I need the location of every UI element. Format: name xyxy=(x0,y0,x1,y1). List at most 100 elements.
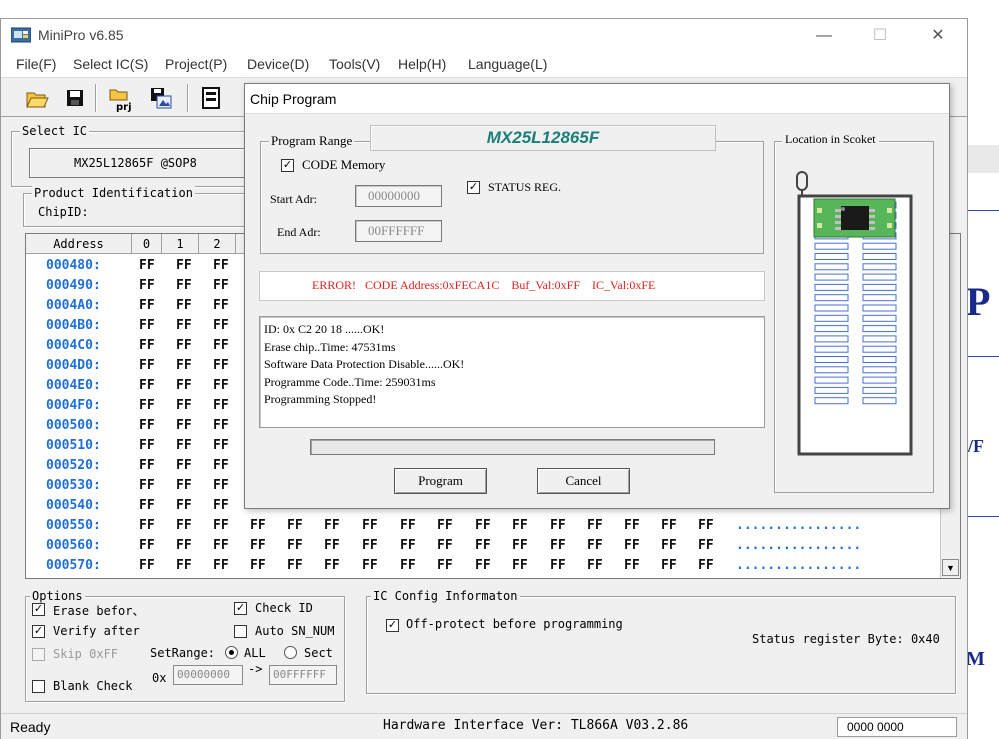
menu-project[interactable]: Project(P) xyxy=(165,56,227,72)
hex-byte[interactable]: FF xyxy=(624,518,640,533)
close-button[interactable]: ✕ xyxy=(915,23,961,49)
hex-byte[interactable]: FF xyxy=(698,538,714,553)
hex-byte[interactable]: FF xyxy=(139,298,155,313)
hex-byte[interactable]: FF xyxy=(475,558,491,573)
hex-byte[interactable]: FF xyxy=(176,258,192,273)
hex-byte[interactable]: FF xyxy=(437,538,453,553)
start-adr-input[interactable]: 00000000 xyxy=(355,185,442,207)
hex-byte[interactable]: FF xyxy=(512,558,528,573)
code-memory-checkbox[interactable]: ✓ xyxy=(281,159,294,172)
hex-byte[interactable]: FF xyxy=(287,538,303,553)
hex-byte[interactable]: FF xyxy=(213,518,229,533)
hex-byte[interactable]: FF xyxy=(213,398,229,413)
hex-byte[interactable]: FF xyxy=(139,418,155,433)
hex-byte[interactable]: FF xyxy=(550,538,566,553)
menu-language[interactable]: Language(L) xyxy=(468,56,547,72)
hex-byte[interactable]: FF xyxy=(213,418,229,433)
hex-byte[interactable]: FF xyxy=(139,338,155,353)
hex-byte[interactable]: FF xyxy=(213,498,229,513)
hex-byte[interactable]: FF xyxy=(213,478,229,493)
hex-byte[interactable]: FF xyxy=(176,498,192,513)
range-sect-radio[interactable] xyxy=(284,646,297,659)
save-icon[interactable] xyxy=(61,84,89,112)
hex-byte[interactable]: FF xyxy=(324,518,340,533)
maximize-button[interactable]: ☐ xyxy=(857,23,903,49)
hex-byte[interactable]: FF xyxy=(139,278,155,293)
erase-before-checkbox[interactable]: ✓ xyxy=(32,603,45,616)
menu-select-ic[interactable]: Select IC(S) xyxy=(73,56,148,72)
hex-byte[interactable]: FF xyxy=(362,538,378,553)
hex-byte[interactable]: FF xyxy=(213,318,229,333)
hex-byte[interactable]: FF xyxy=(324,558,340,573)
hex-byte[interactable]: FF xyxy=(550,518,566,533)
hex-byte[interactable]: FF xyxy=(512,518,528,533)
select-ic-field[interactable]: MX25L12865F @SOP8 xyxy=(29,148,251,178)
hex-byte[interactable]: FF xyxy=(437,558,453,573)
menu-tools[interactable]: Tools(V) xyxy=(329,56,380,72)
hex-byte[interactable]: FF xyxy=(587,518,603,533)
hex-byte[interactable]: FF xyxy=(213,378,229,393)
open-folder-icon[interactable] xyxy=(23,84,51,112)
hex-byte[interactable]: FF xyxy=(139,318,155,333)
hex-byte[interactable]: FF xyxy=(213,438,229,453)
hex-byte[interactable]: FF xyxy=(213,358,229,373)
hex-byte[interactable]: FF xyxy=(139,358,155,373)
hex-byte[interactable]: FF xyxy=(176,398,192,413)
chip-info-icon[interactable] xyxy=(197,84,225,112)
check-id-checkbox[interactable]: ✓ xyxy=(234,602,247,615)
status-reg-checkbox[interactable]: ✓ xyxy=(467,181,480,194)
range-end-input[interactable]: 00FFFFFF xyxy=(269,665,337,685)
hex-byte[interactable]: FF xyxy=(176,298,192,313)
hex-byte[interactable]: FF xyxy=(139,558,155,573)
hex-byte[interactable]: FF xyxy=(362,558,378,573)
hex-byte[interactable]: FF xyxy=(176,478,192,493)
hex-byte[interactable]: FF xyxy=(512,538,528,553)
hex-byte[interactable]: FF xyxy=(176,538,192,553)
auto-sn-checkbox[interactable] xyxy=(234,625,247,638)
hex-byte[interactable]: FF xyxy=(139,378,155,393)
hex-byte[interactable]: FF xyxy=(661,518,677,533)
hex-byte[interactable]: FF xyxy=(437,518,453,533)
hex-byte[interactable]: FF xyxy=(176,378,192,393)
hex-byte[interactable]: FF xyxy=(176,458,192,473)
verify-after-checkbox[interactable]: ✓ xyxy=(32,625,45,638)
hex-byte[interactable]: FF xyxy=(698,558,714,573)
hex-byte[interactable]: FF xyxy=(139,458,155,473)
hex-byte[interactable]: FF xyxy=(139,498,155,513)
menu-device[interactable]: Device(D) xyxy=(247,56,309,72)
hex-byte[interactable]: FF xyxy=(400,518,416,533)
hex-byte[interactable]: FF xyxy=(213,538,229,553)
hex-byte[interactable]: FF xyxy=(250,518,266,533)
hex-byte[interactable]: FF xyxy=(176,518,192,533)
program-button[interactable]: Program xyxy=(394,468,487,494)
hex-byte[interactable]: FF xyxy=(176,558,192,573)
hex-byte[interactable]: FF xyxy=(139,518,155,533)
hex-byte[interactable]: FF xyxy=(213,558,229,573)
hex-byte[interactable]: FF xyxy=(213,458,229,473)
hex-byte[interactable]: FF xyxy=(324,538,340,553)
hex-byte[interactable]: FF xyxy=(213,258,229,273)
hex-byte[interactable]: FF xyxy=(176,438,192,453)
hex-byte[interactable]: FF xyxy=(139,478,155,493)
off-protect-checkbox[interactable]: ✓ xyxy=(386,619,399,632)
minimize-button[interactable]: — xyxy=(801,23,847,49)
hex-byte[interactable]: FF xyxy=(550,558,566,573)
hex-byte[interactable]: FF xyxy=(176,278,192,293)
hex-byte[interactable]: FF xyxy=(139,438,155,453)
end-adr-input[interactable]: 00FFFFFF xyxy=(355,220,442,242)
save-project-icon[interactable] xyxy=(147,84,175,112)
hex-byte[interactable]: FF xyxy=(362,518,378,533)
scroll-down-arrow-icon[interactable]: ▼ xyxy=(942,559,959,576)
skip-0xff-checkbox[interactable] xyxy=(32,648,45,661)
hex-byte[interactable]: FF xyxy=(176,418,192,433)
hex-byte[interactable]: FF xyxy=(287,518,303,533)
hex-byte[interactable]: FF xyxy=(587,538,603,553)
hex-byte[interactable]: FF xyxy=(176,338,192,353)
range-start-input[interactable]: 00000000 xyxy=(173,665,243,685)
menu-file[interactable]: File(F) xyxy=(16,56,56,72)
hex-byte[interactable]: FF xyxy=(624,558,640,573)
hex-byte[interactable]: FF xyxy=(475,518,491,533)
hex-byte[interactable]: FF xyxy=(176,358,192,373)
hex-byte[interactable]: FF xyxy=(139,398,155,413)
range-all-radio[interactable] xyxy=(225,646,238,659)
